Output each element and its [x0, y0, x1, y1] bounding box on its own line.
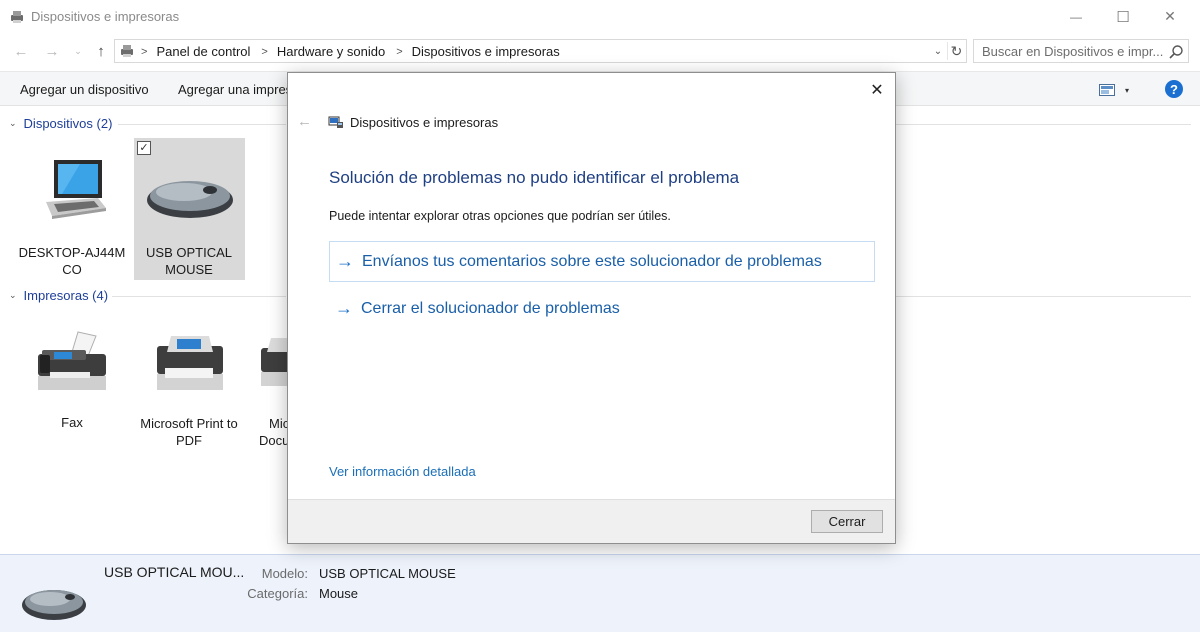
chevron-down-icon: ⌄ [9, 118, 17, 128]
device-name: Microsoft Print to [140, 416, 238, 431]
mouse-icon [22, 590, 86, 620]
group-divider [896, 296, 1191, 297]
back-button[interactable]: ← [10, 40, 32, 62]
cerrar-button[interactable]: Cerrar [811, 510, 883, 533]
dialog-back-button[interactable]: ← [297, 113, 312, 130]
laptop-icon [46, 160, 106, 219]
details-device-name: USB OPTICAL MOU... [104, 564, 245, 580]
maximize-icon: ☐ [1116, 8, 1130, 26]
device-item[interactable]: Microsoft Print to PDF [134, 320, 244, 450]
device-item[interactable]: DESKTOP-AJ44M CO [17, 142, 127, 280]
printer-icon [261, 338, 287, 386]
details-model-label: Modelo: [261, 566, 308, 581]
details-model-value: USB OPTICAL MOUSE [319, 566, 456, 581]
device-name: USB OPTICAL [146, 245, 232, 260]
arrow-up-icon: ↑ [97, 42, 105, 60]
chevron-down-icon: ⌄ [933, 45, 943, 57]
close-icon: ✕ [1164, 8, 1176, 24]
details-category-label: Categoría: [247, 586, 308, 601]
printer-icon [157, 336, 223, 390]
group-header-printers[interactable]: ⌄ Impresoras (4) [9, 288, 108, 303]
minimize-button[interactable]: — [1053, 0, 1099, 33]
group-divider [896, 124, 1191, 125]
group-label: Impresoras (4) [23, 288, 109, 303]
option-label: Envíanos tus comentarios sobre este solu… [362, 252, 822, 270]
device-name: Fax [61, 415, 83, 430]
control-panel-icon [121, 45, 133, 57]
view-details-link[interactable]: Ver información detallada [329, 464, 476, 479]
chevron-down-icon: ▾ [1125, 85, 1130, 95]
search-box[interactable] [973, 39, 1189, 63]
arrow-right-icon: → [336, 251, 354, 271]
troubleshooter-dialog: ✕ ← Dispositivos e impresoras Solución d… [287, 72, 896, 544]
close-window-button[interactable]: ✕ [1147, 0, 1193, 33]
dialog-footer: Cerrar [288, 499, 895, 543]
add-printer-button[interactable]: Agregar una impres [178, 82, 292, 97]
device-name: MOUSE [165, 262, 213, 277]
up-button[interactable]: ↑ [90, 40, 112, 62]
group-divider [118, 124, 286, 125]
device-item-selected[interactable]: ✓ USB OPTICAL MOUSE [134, 138, 245, 280]
change-view-button[interactable]: ▾ [1099, 81, 1139, 99]
breadcrumb-item-dispositivos-e-impresoras[interactable]: Dispositivos e impresoras [412, 44, 560, 59]
breadcrumb-separator-icon[interactable]: > [261, 46, 267, 58]
group-header-devices[interactable]: ⌄ Dispositivos (2) [9, 116, 112, 131]
address-bar[interactable]: > Panel de control > Hardware y sonido >… [114, 39, 967, 63]
group-divider [112, 296, 286, 297]
title-bar: Dispositivos e impresoras — ☐ ✕ [0, 0, 1200, 33]
dialog-close-button[interactable]: ✕ [862, 79, 892, 101]
refresh-icon: ↻ [950, 42, 963, 59]
details-pane: USB OPTICAL MOU... Modelo: USB OPTICAL M… [0, 554, 1200, 632]
fax-icon [38, 331, 106, 390]
search-input[interactable] [974, 40, 1164, 62]
devices-printers-icon [328, 116, 343, 128]
checkbox-checked-icon[interactable]: ✓ [137, 141, 151, 155]
breadcrumb-item-panel-de-control[interactable]: Panel de control [156, 44, 250, 59]
view-icon [1099, 84, 1115, 96]
send-feedback-option[interactable]: → Envíanos tus comentarios sobre este so… [329, 241, 875, 282]
minimize-icon: — [1070, 9, 1082, 24]
maximize-button[interactable]: ☐ [1100, 0, 1146, 33]
device-name: DESKTOP-AJ44M [18, 245, 126, 260]
devices-printers-icon [11, 11, 23, 23]
breadcrumb-separator-icon: > [141, 45, 148, 58]
mouse-icon [147, 181, 233, 218]
device-name: CO [62, 262, 82, 277]
help-button[interactable]: ? [1165, 80, 1183, 98]
window-title: Dispositivos e impresoras [31, 9, 180, 24]
chevron-down-icon: ⌄ [9, 290, 17, 300]
navigation-bar: ← → ⌄ ↑ > Panel de control > Hardware y … [0, 35, 1200, 67]
device-name: Mic [269, 416, 287, 431]
device-item[interactable]: Fax [17, 320, 127, 440]
address-dropdown-button[interactable]: ⌄ [929, 42, 947, 60]
breadcrumb-separator-icon[interactable]: > [396, 46, 402, 58]
forward-button[interactable]: → [41, 40, 63, 62]
device-name: PDF [176, 433, 202, 448]
device-item[interactable]: Mic Docu [250, 320, 287, 450]
dialog-description: Puede intentar explorar otras opciones q… [329, 209, 671, 223]
details-category-value: Mouse [319, 586, 359, 601]
arrow-right-icon: → [44, 42, 60, 60]
device-name: Docu [259, 433, 287, 448]
add-device-button[interactable]: Agregar un dispositivo [20, 82, 149, 97]
breadcrumb-item-hardware-y-sonido[interactable]: Hardware y sonido [277, 44, 385, 59]
arrow-right-icon: → [335, 298, 353, 318]
group-label: Dispositivos (2) [23, 116, 113, 131]
breadcrumb: > Panel de control > Hardware y sonido >… [141, 44, 560, 59]
dialog-header-title: Dispositivos e impresoras [350, 115, 499, 130]
chevron-down-icon: ⌄ [74, 45, 82, 56]
close-troubleshooter-option[interactable]: → Cerrar el solucionador de problemas [329, 288, 875, 329]
recent-locations-button[interactable]: ⌄ [67, 40, 89, 62]
option-label: Cerrar el solucionador de problemas [361, 299, 620, 317]
help-icon: ? [1170, 81, 1178, 97]
arrow-left-icon: ← [13, 42, 29, 60]
dialog-main-title: Solución de problemas no pudo identifica… [329, 168, 740, 187]
search-icon[interactable] [1168, 44, 1184, 60]
close-icon: ✕ [870, 82, 884, 99]
refresh-button[interactable]: ↻ [947, 42, 965, 60]
